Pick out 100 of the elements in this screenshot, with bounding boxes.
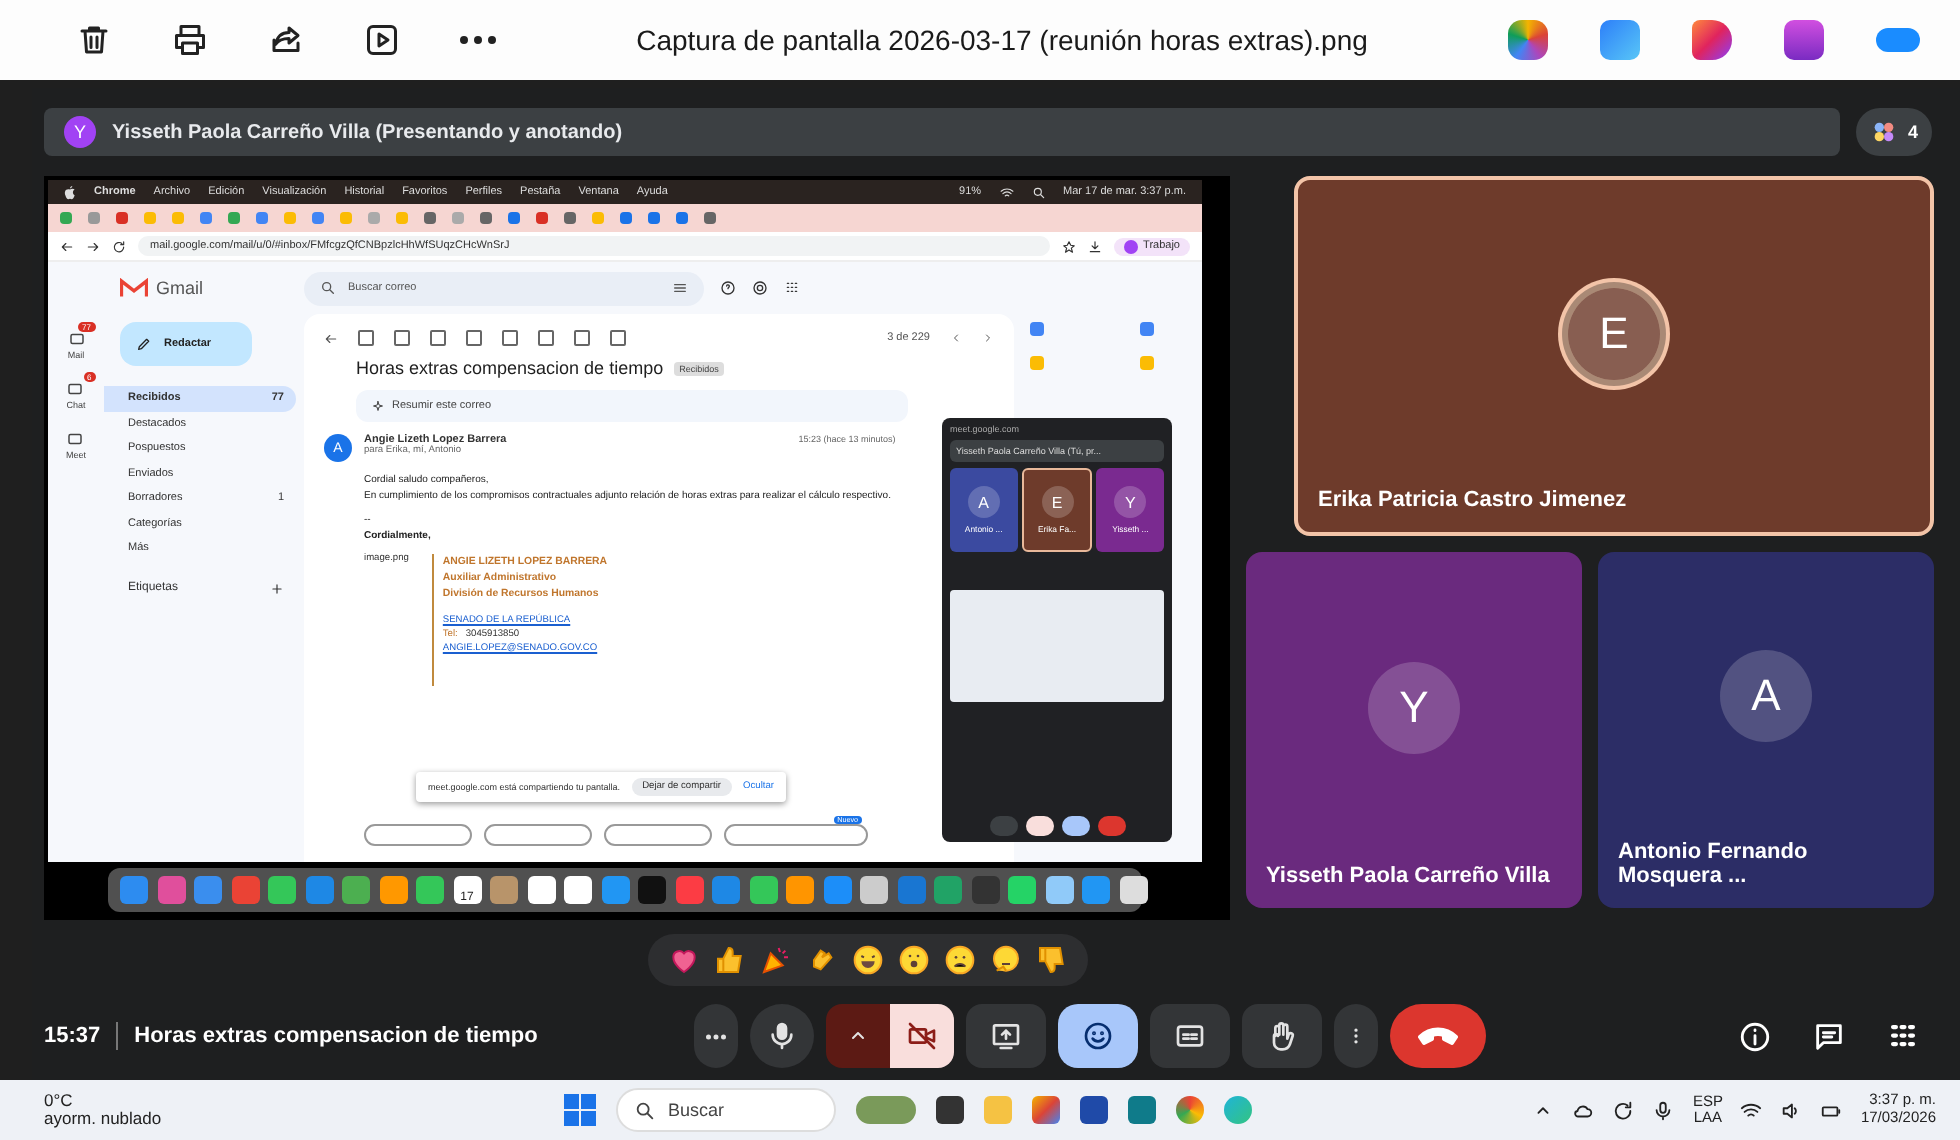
rail-icon [67, 330, 85, 348]
avatar: Y [64, 116, 96, 148]
share-icon [268, 22, 304, 58]
cloud-icon[interactable] [1876, 28, 1920, 52]
browser-tab[interactable] [60, 212, 72, 224]
app-icon[interactable] [1784, 20, 1824, 60]
back-arrow-icon [324, 331, 338, 345]
speaker-icon [1780, 1099, 1803, 1121]
side-panel-icon[interactable] [1030, 322, 1044, 336]
chat-icon [1812, 1019, 1846, 1054]
browser-icon[interactable] [1224, 1096, 1252, 1124]
back-arrow-icon [60, 239, 74, 253]
search-icon [634, 1099, 656, 1121]
avatar: A [1720, 650, 1812, 742]
search-icon [320, 280, 336, 296]
participants-button[interactable]: 4 [1855, 108, 1932, 156]
app-icon[interactable] [564, 876, 592, 904]
app-logo-text: Gmail [156, 278, 204, 298]
camera-button[interactable] [890, 1004, 955, 1069]
search-icon [1031, 185, 1046, 199]
app-icon[interactable] [527, 876, 555, 904]
mini-camera-button[interactable] [1025, 816, 1053, 836]
app-icon[interactable] [1045, 876, 1073, 904]
plus-icon [270, 581, 284, 595]
info-icon [1738, 1019, 1772, 1054]
microphone-icon [766, 1020, 799, 1053]
app-icon[interactable] [860, 876, 888, 904]
app-icon[interactable] [1692, 20, 1732, 60]
forward-button[interactable] [604, 824, 712, 846]
thumbs-down-icon[interactable] [1036, 943, 1068, 976]
app-icon[interactable] [1508, 20, 1548, 60]
browser-tab[interactable] [424, 212, 436, 224]
sad-face-icon[interactable] [944, 943, 976, 976]
rail-icon [66, 430, 85, 448]
more-icon [460, 36, 496, 44]
smiley-icon [1082, 1020, 1115, 1053]
app-icon[interactable] [1119, 876, 1147, 904]
toolbar-icon[interactable] [538, 330, 554, 346]
browser-tab[interactable] [536, 212, 548, 224]
raise-hand-button[interactable] [1242, 1004, 1323, 1069]
party-popper-icon[interactable] [760, 943, 792, 976]
microphone-button[interactable] [750, 1004, 815, 1069]
browser-tab[interactable] [648, 212, 660, 224]
toolbar-icon[interactable] [358, 330, 374, 346]
thinking-face-icon[interactable] [990, 943, 1022, 976]
windows-logo-icon[interactable] [564, 1094, 596, 1126]
side-panel-icon[interactable] [1140, 322, 1154, 336]
browser-tab[interactable] [508, 212, 520, 224]
captions-icon [1174, 1020, 1207, 1053]
browser-tab[interactable] [88, 212, 100, 224]
reply-button[interactable] [364, 824, 472, 846]
reply-all-button[interactable] [484, 824, 592, 846]
laughing-face-icon[interactable] [852, 943, 884, 976]
browser-tab[interactable] [676, 212, 688, 224]
meeting-title: Horas extras compensacion de tiempo [134, 1024, 540, 1049]
browser-tab[interactable] [256, 212, 268, 224]
browser-tab[interactable] [704, 212, 716, 224]
toolbar-icon[interactable] [394, 330, 410, 346]
participant-name: Yisseth Paola Carreño Villa [1266, 864, 1552, 888]
rail-icon [66, 380, 85, 398]
mini-leave-button[interactable] [1097, 816, 1125, 836]
browser-tab[interactable] [620, 212, 632, 224]
captions-button[interactable] [1150, 1004, 1231, 1069]
browser-tab[interactable] [564, 212, 576, 224]
reactions-button[interactable] [1058, 1004, 1139, 1069]
toolbar-icon[interactable] [466, 330, 482, 346]
browser-icon[interactable] [1176, 1096, 1204, 1124]
apple-logo-icon [64, 185, 76, 199]
present-screen-icon [990, 1020, 1023, 1053]
temperature: 0°C [44, 1091, 75, 1110]
participant-name: Erika Patricia Castro Jimenez [1318, 488, 1629, 512]
sparkle-icon [372, 400, 384, 412]
print-icon [172, 22, 208, 58]
app-icon[interactable] [936, 1096, 964, 1124]
toolbar-icon[interactable] [574, 330, 590, 346]
camera-options-button[interactable] [826, 1004, 891, 1069]
present-button[interactable] [966, 1004, 1047, 1069]
toolbar-icon[interactable] [610, 330, 626, 346]
thumbs-up-icon[interactable] [714, 943, 746, 976]
toolbar-icon[interactable] [430, 330, 446, 346]
sync-icon [1612, 1099, 1635, 1121]
weather-text: ayorm. nublado [44, 1110, 164, 1129]
chevron-left-icon [950, 332, 962, 344]
taskbar-search[interactable]: Buscar [616, 1088, 836, 1132]
browser-tab[interactable] [312, 212, 324, 224]
more-button[interactable] [694, 1004, 739, 1069]
browser-tab[interactable] [116, 212, 128, 224]
toolbar-icon[interactable] [502, 330, 518, 346]
leave-call-button[interactable] [1390, 1004, 1487, 1069]
download-icon [1087, 239, 1102, 253]
apps-grid-icon [784, 280, 800, 296]
presenter-label: Yisseth Paola Carreño Villa (Presentando y anotando) [112, 121, 623, 143]
app-icon[interactable] [1080, 1096, 1108, 1124]
browser-tab[interactable] [200, 212, 212, 224]
browser-tab[interactable] [480, 212, 492, 224]
mini-present-button[interactable] [1061, 816, 1089, 836]
email-subject: Horas extras compensacion de tiempo [356, 358, 664, 378]
browser-tab[interactable] [228, 212, 240, 224]
surprised-face-icon[interactable] [898, 943, 930, 976]
settings-icon [752, 280, 768, 296]
